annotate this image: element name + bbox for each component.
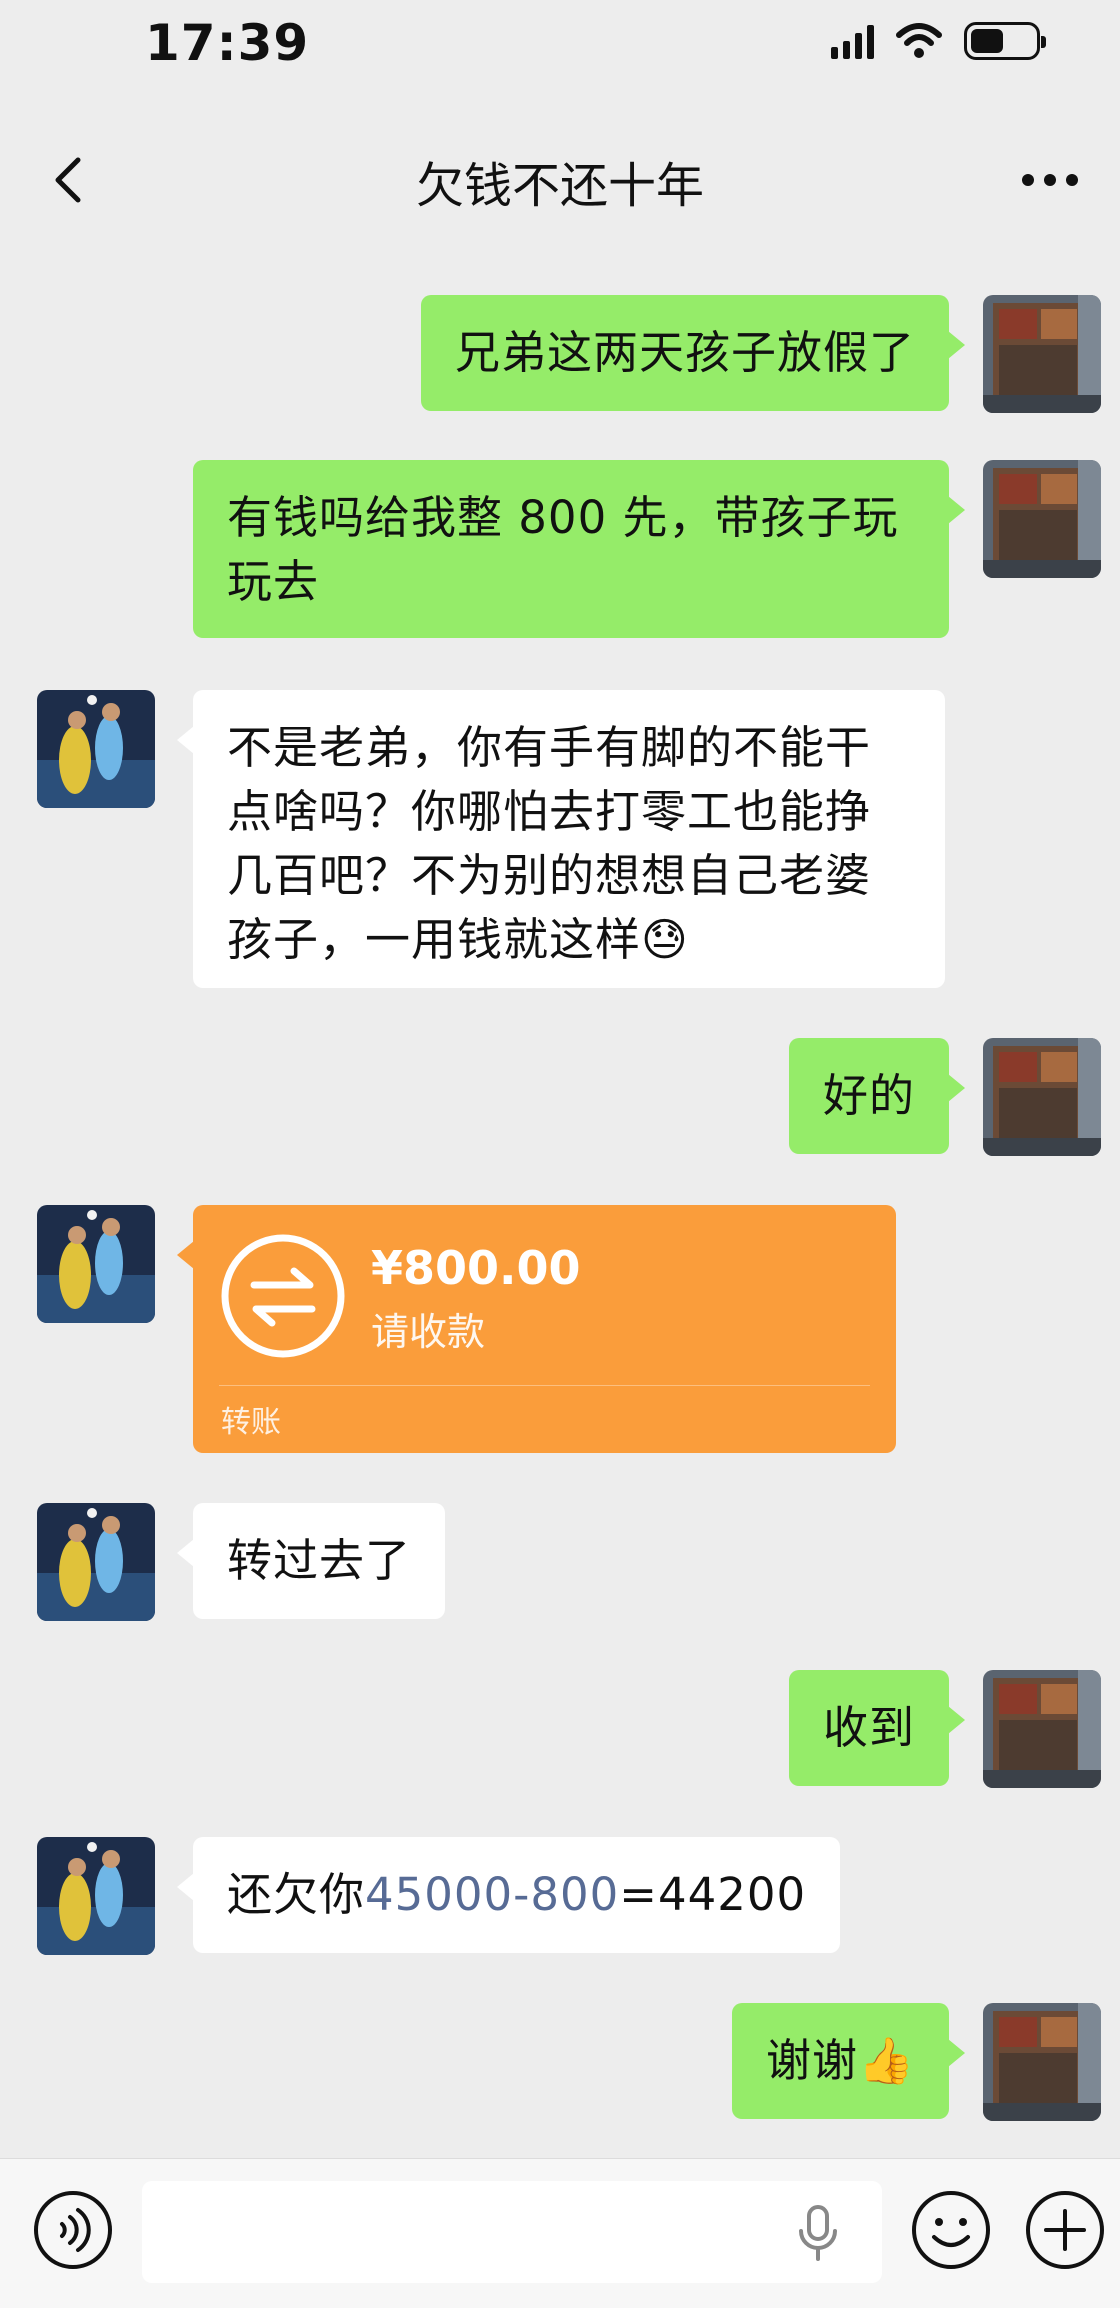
message-bubble-self[interactable]: 收到 bbox=[788, 1670, 966, 1786]
message-text: 不是老弟，你有手有脚的不能干点啥吗？你哪怕去打零工也能挣几百吧？不为别的想想自己… bbox=[227, 721, 872, 966]
emoji-icon[interactable] bbox=[910, 2189, 992, 2271]
message-row: 谢谢👍 bbox=[0, 2003, 1120, 2123]
message-bubble-friend[interactable]: 还欠你45000-800=44200 bbox=[176, 1837, 841, 1953]
avatar-friend[interactable] bbox=[37, 1837, 155, 1955]
mic-icon[interactable] bbox=[793, 2203, 843, 2263]
avatar-self[interactable] bbox=[983, 295, 1101, 413]
avatar-self[interactable] bbox=[983, 2003, 1101, 2121]
voice-icon[interactable] bbox=[32, 2189, 114, 2271]
message-bubble-friend[interactable]: 不是老弟，你有手有脚的不能干点啥吗？你哪怕去打零工也能挣几百吧？不为别的想想自己… bbox=[177, 690, 945, 988]
input-bar bbox=[0, 2158, 1120, 2308]
more-icon[interactable] bbox=[1010, 150, 1090, 210]
signal-icon bbox=[831, 23, 874, 59]
message-row: 兄弟这两天孩子放假了 bbox=[0, 290, 1120, 413]
message-row: 收到 bbox=[0, 1670, 1120, 1790]
chat-header: 欠钱不还十年 bbox=[0, 120, 1120, 240]
avatar-self[interactable] bbox=[983, 460, 1101, 578]
message-text: =44200 bbox=[619, 1868, 807, 1921]
message-text: 还欠你 bbox=[227, 1868, 366, 1921]
avatar-friend[interactable] bbox=[37, 1205, 155, 1323]
message-text: 谢谢 bbox=[765, 2034, 858, 2087]
message-row: 有钱吗给我整 800 先，带孩子玩玩去 bbox=[0, 460, 1120, 640]
avatar-self[interactable] bbox=[983, 1038, 1101, 1156]
status-bar: 17:39 bbox=[0, 0, 1120, 90]
chat-title: 欠钱不还十年 bbox=[415, 158, 704, 214]
wifi-icon bbox=[896, 23, 942, 58]
avatar-friend[interactable] bbox=[37, 690, 155, 808]
avatar-friend[interactable] bbox=[37, 1503, 155, 1621]
message-row: 转过去了 bbox=[0, 1503, 1120, 1623]
message-row: 不是老弟，你有手有脚的不能干点啥吗？你哪怕去打零工也能挣几百吧？不为别的想想自己… bbox=[0, 690, 1120, 990]
transfer-label: 转账 bbox=[221, 1405, 281, 1440]
avatar-self[interactable] bbox=[983, 1670, 1101, 1788]
plus-icon[interactable] bbox=[1024, 2189, 1106, 2271]
message-bubble-self[interactable]: 谢谢👍 bbox=[731, 2003, 966, 2119]
message-input[interactable] bbox=[142, 2181, 882, 2283]
transfer-card[interactable]: ¥800.00 请收款 转账 bbox=[177, 1205, 896, 1453]
transfer-amount: ¥800.00 bbox=[371, 1241, 581, 1295]
message-bubble-self[interactable]: 好的 bbox=[788, 1038, 966, 1154]
message-row: 还欠你45000-800=44200 bbox=[0, 1837, 1120, 1957]
battery-icon bbox=[964, 22, 1046, 60]
phone-number-link[interactable]: 45000-800 bbox=[365, 1868, 619, 1921]
message-bubble-self[interactable]: 有钱吗给我整 800 先，带孩子玩玩去 bbox=[193, 460, 965, 638]
message-row: ¥800.00 请收款 转账 bbox=[0, 1205, 1120, 1455]
sweat-emoji-icon: 😓 bbox=[641, 913, 689, 966]
message-bubble-friend[interactable]: 转过去了 bbox=[176, 1503, 446, 1619]
status-time: 17:39 bbox=[145, 14, 310, 72]
divider bbox=[219, 1385, 870, 1386]
message-row: 好的 bbox=[0, 1038, 1120, 1158]
transfer-icon bbox=[221, 1234, 345, 1358]
thumbs-up-emoji-icon: 👍 bbox=[857, 2034, 915, 2087]
status-icons bbox=[831, 22, 1046, 60]
message-bubble-self[interactable]: 兄弟这两天孩子放假了 bbox=[420, 295, 966, 411]
transfer-status: 请收款 bbox=[371, 1310, 486, 1354]
